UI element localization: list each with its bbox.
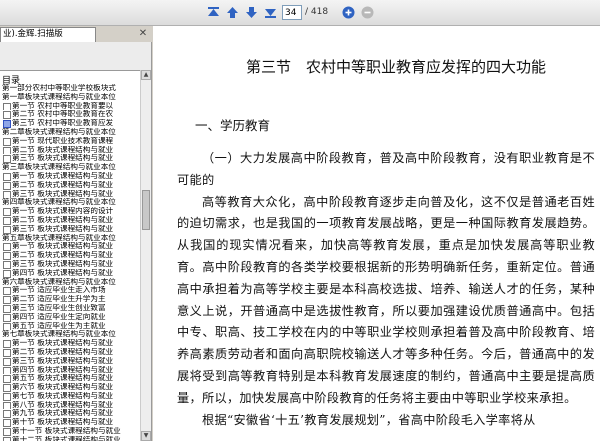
close-icon[interactable]: ✕ (137, 28, 149, 40)
toc-list: 第一部分农村中等职业学校板块式 第一章板块式课程结构与就业本位 第一节 农村中等职业… (0, 84, 140, 441)
scroll-thumb[interactable] (142, 190, 150, 230)
toc-section-item[interactable]: 第十节 板块式课程结构与就业 (0, 418, 140, 428)
toc-section-item[interactable]: 第二节 板块式课程结构与就业 (0, 251, 140, 260)
toc-section-item[interactable]: 第一节 板块式课程结构与就业 (0, 339, 140, 348)
toc-section-item[interactable]: 第五节 适应毕业生为主就业 (0, 322, 140, 331)
page-number-input[interactable] (282, 5, 302, 20)
toc-section-item[interactable]: 第八节 板块式课程结构与就业 (0, 401, 140, 410)
toc-chapter-item[interactable]: 第一章板块式课程结构与就业本位 (0, 93, 140, 102)
toc-section-item[interactable]: 第十二节 板块式课程结构与就业 (0, 436, 140, 441)
toc-section-item[interactable]: 第四节 板块式课程结构与就业 (0, 269, 140, 278)
toc-chapter-item[interactable]: 第一部分农村中等职业学校板块式 (0, 84, 140, 93)
toc-section-item[interactable]: 第一节 现代职业技术教育课程 (0, 137, 140, 146)
toc-section-item[interactable]: 第四节 适应毕业生定向就业 (0, 313, 140, 322)
zoom-out-icon[interactable] (359, 4, 376, 21)
prev-page-icon[interactable] (224, 4, 241, 21)
toc-tree: 目录 第一部分农村中等职业学校板块式 第一章板块式课程结构与就业本位 第一节 农村中… (0, 70, 140, 441)
toc-section-item[interactable]: 第二节 板块式课程结构与就业 (0, 146, 140, 155)
toc-section-item[interactable]: 第二节 板块式课程结构与就业 (0, 181, 140, 190)
toc-section-item[interactable]: 第三节 板块式课程结构与就业 (0, 225, 140, 234)
toc-section-item[interactable]: 第一节 板块式课程结构与就业 (0, 242, 140, 252)
document-tab-bar: 业).金辉.扫描版 ✕ (0, 26, 152, 42)
toc-section-item[interactable]: 第一节 农村中等职业教育要以 (0, 102, 140, 111)
toc-section-item[interactable]: 第五节 板块式课程结构与就业 (0, 374, 140, 384)
toc-section-item[interactable]: 第二节 农村中等职业教育在农 (0, 110, 140, 120)
scroll-up-icon[interactable]: ▲ (141, 70, 151, 80)
toc-section-item[interactable]: 第三节 板块式课程结构与就业 (0, 357, 140, 366)
document-tab[interactable]: 业).金辉.扫描版 (0, 27, 96, 42)
toc-section-item[interactable]: 第三节 板块式课程结构与就业 (0, 260, 140, 269)
toc-chapter-item[interactable]: 第七章板块式课程结构与就业本位 (0, 330, 140, 339)
toc-section-item[interactable]: 第三节 板块式课程结构与就业 (0, 154, 140, 164)
toc-chapter-item[interactable]: 第六章板块式课程结构与就业本位 (0, 278, 140, 287)
toolbar: / 418 (0, 0, 600, 26)
page-content: 第三节 农村中等职业教育应发挥的四大功能 一、学历教育 （一）大力发展高中阶段教… (177, 56, 595, 431)
toc-section-item[interactable]: 第二节 板块式课程结构与就业 (0, 216, 140, 225)
toc-chapter-item[interactable]: 第四章板块式课程结构与就业本位 (0, 198, 140, 207)
toc-section-item[interactable]: 第六节 板块式课程结构与就业 (0, 383, 140, 392)
bookmarks-panel: 业).金辉.扫描版 ✕ 目录 第一部分农村中等职业学校板块式 第一章板块式课程结构… (0, 26, 152, 441)
toc-section-item[interactable]: 第二节 适应毕业生升学为主 (0, 295, 140, 304)
zoom-in-icon[interactable] (340, 4, 357, 21)
first-page-icon[interactable] (205, 4, 222, 21)
document-page: 第三节 农村中等职业教育应发挥的四大功能 一、学历教育 （一）大力发展高中阶段教… (153, 26, 600, 441)
last-page-icon[interactable] (262, 4, 279, 21)
toc-section-item[interactable]: 第一节 适应毕业生走入市场 (0, 286, 140, 296)
toc-chapter-item[interactable]: 第三章板块式课程结构与就业本位 (0, 163, 140, 172)
toc-section-item[interactable]: 第二节 板块式课程结构与就业 (0, 348, 140, 357)
toc-chapter-item[interactable]: 第二章板块式课程结构与就业本位 (0, 128, 140, 137)
toc-chapter-item[interactable]: 第五章板块式课程结构与就业本位 (0, 234, 140, 243)
toc-section-item[interactable]: 第三节 适应毕业生创业致富 (0, 304, 140, 313)
section-title: 第三节 农村中等职业教育应发挥的四大功能 (245, 58, 546, 76)
toc-section-item[interactable]: 第十一节 板块式课程结构与就业 (0, 427, 140, 436)
paragraph-1: （一）大力发展高中阶段教育，普及高中阶段教育，没有职业教育是不可能的 (177, 151, 595, 187)
scroll-down-icon[interactable]: ▼ (141, 431, 151, 441)
toc-scrollbar[interactable]: ▲ ▼ (140, 70, 151, 441)
toc-section-item[interactable]: 第一节 板块式课程内容的设计 (0, 207, 140, 216)
sub-heading: 一、学历教育 (195, 118, 271, 133)
toc-section-item[interactable]: 第七节 板块式课程结构与就业 (0, 392, 140, 401)
paragraph-3: 根据“安徽省‘十五’教育发展规划”，省高中阶段毛入学率将从 (202, 412, 536, 427)
toc-section-item[interactable]: 第三节 板块式课程结构与就业 (0, 190, 140, 199)
paragraph-2: 高等教育大众化，高中阶段教育逐步走向普及化，这不仅是普通老百姓的迫切需求，也是我… (177, 194, 595, 405)
toc-section-item[interactable]: 第九节 板块式课程结构与就业 (0, 409, 140, 419)
next-page-icon[interactable] (243, 4, 260, 21)
toc-section-item[interactable]: 第三节 农村中等职业教育应发 (0, 119, 140, 128)
toc-section-item[interactable]: 第四节 板块式课程结构与就业 (0, 366, 140, 375)
toc-section-item[interactable]: 第一节 板块式课程结构与就业 (0, 172, 140, 181)
page-total: / 418 (305, 7, 329, 17)
